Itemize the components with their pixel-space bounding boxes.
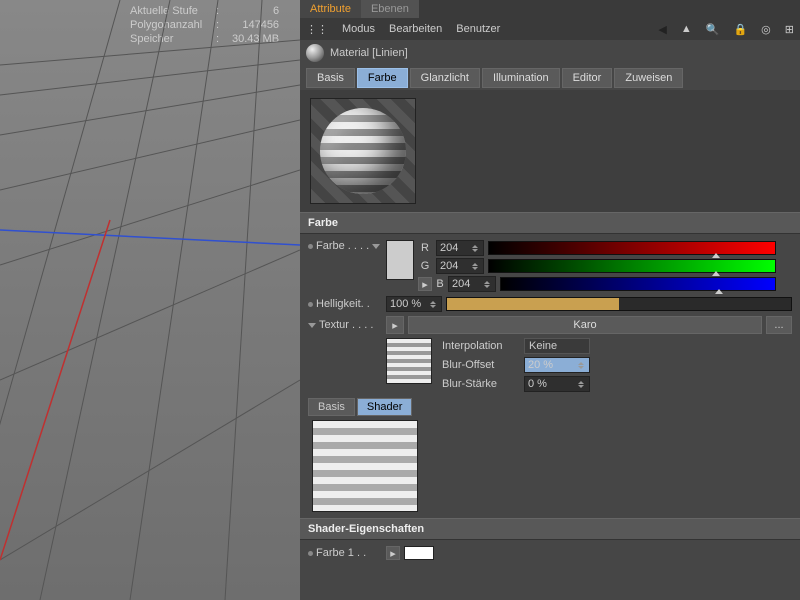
mtab-basis[interactable]: Basis <box>306 68 355 88</box>
mtab-zuweisen[interactable]: Zuweisen <box>614 68 683 88</box>
toolbar-grip-icon: ⋮⋮ <box>306 23 328 36</box>
target-icon[interactable]: ◎ <box>761 23 771 36</box>
nav-up-icon[interactable]: ▲ <box>681 23 692 35</box>
stab-basis[interactable]: Basis <box>308 398 355 416</box>
preview-sphere <box>320 108 406 194</box>
slider-b[interactable] <box>500 277 776 291</box>
menu-benutzer[interactable]: Benutzer <box>456 23 500 35</box>
row-helligkeit: Helligkeit. . 100 % <box>308 296 792 312</box>
mtab-illumination[interactable]: Illumination <box>482 68 560 88</box>
label-b: B <box>436 278 444 290</box>
viewport-3d[interactable]: Aktuelle Stufe : 6 Polygonanzahl : 14745… <box>0 0 300 600</box>
color-swatch[interactable] <box>386 240 414 280</box>
section-shader-header: Shader-Eigenschaften <box>300 518 800 540</box>
mtab-farbe[interactable]: Farbe <box>357 68 408 88</box>
panel-toolbar: ⋮⋮ Modus Bearbeiten Benutzer ◀ ▲ 🔍 🔒 ◎ ⊞ <box>300 18 800 40</box>
mtab-editor[interactable]: Editor <box>562 68 613 88</box>
section-farbe-body: Farbe . . . . R 204 G 204 ▸ B 204 <box>300 234 800 518</box>
row-farbe: Farbe . . . . R 204 G 204 ▸ B 204 <box>308 240 792 292</box>
farbe-label: Farbe . . . . <box>308 240 382 252</box>
farbe1-arrow-btn[interactable]: ▸ <box>386 546 400 560</box>
farbe1-swatch[interactable] <box>404 546 434 560</box>
input-r[interactable]: 204 <box>436 240 484 256</box>
tab-ebenen[interactable]: Ebenen <box>361 0 419 18</box>
material-preview-area <box>300 90 800 212</box>
nav-back-icon[interactable]: ◀ <box>658 23 666 36</box>
interpolation-label: Interpolation <box>442 340 520 352</box>
lock-icon[interactable]: 🔒 <box>733 23 747 36</box>
blur-offset-label: Blur-Offset <box>442 359 520 371</box>
material-title-row: Material [Linien] <box>300 40 800 66</box>
attribute-panel: Attribute Ebenen ⋮⋮ Modus Bearbeiten Ben… <box>300 0 800 600</box>
expand-icon[interactable] <box>372 244 380 249</box>
row-textur-details: Interpolation Keine Blur-Offset 20 % Blu… <box>386 338 792 392</box>
mtab-glanzlicht[interactable]: Glanzlicht <box>410 68 480 88</box>
new-icon[interactable]: ⊞ <box>785 23 794 36</box>
material-preview[interactable] <box>310 98 416 204</box>
farbe1-label: Farbe 1 . . <box>308 547 382 559</box>
viewport-grid <box>0 0 300 600</box>
axis-x <box>0 220 110 560</box>
expand-textur-icon[interactable] <box>308 323 316 328</box>
input-b[interactable]: 204 <box>448 276 496 292</box>
color-mode-btn[interactable]: ▸ <box>418 277 432 291</box>
textur-arrow-btn[interactable]: ▸ <box>386 316 404 334</box>
textur-more-btn[interactable]: ... <box>766 316 792 334</box>
input-helligkeit[interactable]: 100 % <box>386 296 442 312</box>
row-textur: Textur . . . . ▸ Karo ... <box>308 316 792 334</box>
texture-thumbnail[interactable] <box>386 338 432 384</box>
search-icon[interactable]: 🔍 <box>706 23 720 36</box>
label-r: R <box>418 242 432 254</box>
helligkeit-label: Helligkeit. . <box>308 298 382 310</box>
shader-preview[interactable] <box>312 420 418 512</box>
slider-g[interactable] <box>488 259 776 273</box>
section-shader-body: Farbe 1 . . ▸ <box>300 540 800 570</box>
input-blur-offset[interactable]: 20 % <box>524 357 590 373</box>
label-g: G <box>418 260 432 272</box>
interpolation-dropdown[interactable]: Keine <box>524 338 590 354</box>
slider-r[interactable] <box>488 241 776 255</box>
material-tabs: Basis Farbe Glanzlicht Illumination Edit… <box>300 66 800 90</box>
textur-label: Textur . . . . <box>308 319 382 331</box>
input-g[interactable]: 204 <box>436 258 484 274</box>
section-farbe-header: Farbe <box>300 212 800 234</box>
shader-subtabs: Basis Shader <box>308 398 792 416</box>
slider-helligkeit[interactable] <box>446 297 792 311</box>
material-title: Material [Linien] <box>330 47 408 59</box>
stab-shader[interactable]: Shader <box>357 398 412 416</box>
axis-z <box>0 230 300 245</box>
menu-modus[interactable]: Modus <box>342 23 375 35</box>
tab-attribute[interactable]: Attribute <box>300 0 361 18</box>
textur-shader-dropdown[interactable]: Karo <box>408 316 762 334</box>
menu-bearbeiten[interactable]: Bearbeiten <box>389 23 442 35</box>
panel-tab-row: Attribute Ebenen <box>300 0 800 18</box>
material-icon <box>306 44 324 62</box>
blur-staerke-label: Blur-Stärke <box>442 378 520 390</box>
row-farbe1: Farbe 1 . . ▸ <box>308 546 792 560</box>
input-blur-staerke[interactable]: 0 % <box>524 376 590 392</box>
